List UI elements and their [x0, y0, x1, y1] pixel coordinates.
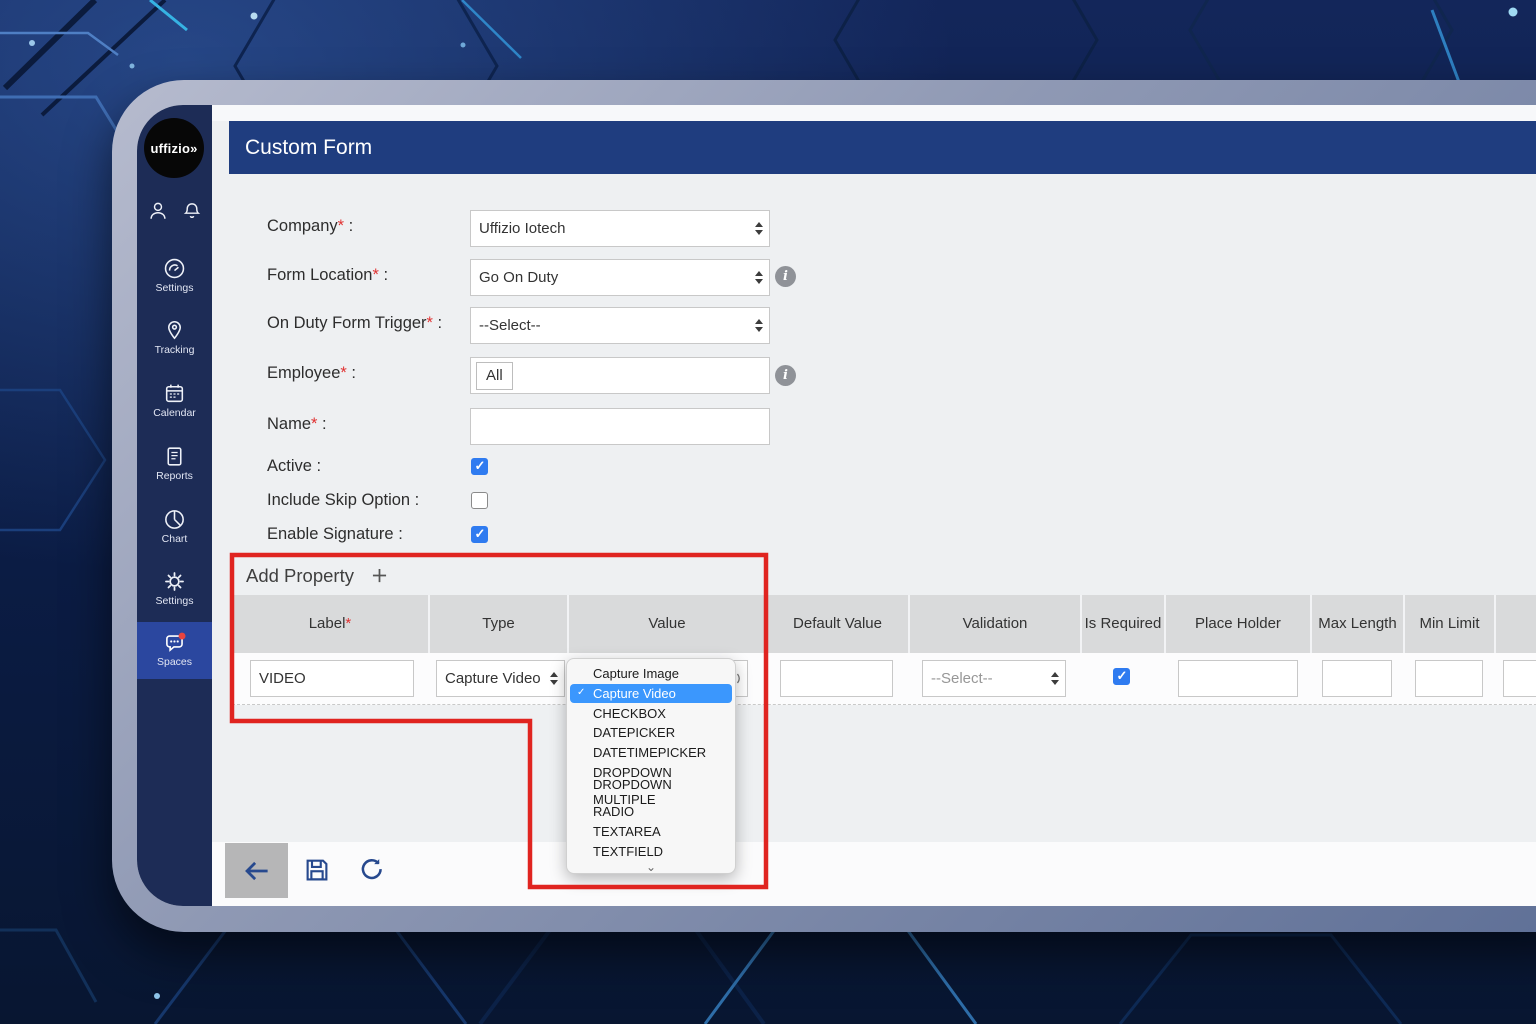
column-header-max-limit: Max [1494, 595, 1536, 653]
chat-icon [165, 632, 186, 652]
column-header-max-length: Max Length [1310, 595, 1403, 653]
employee-field[interactable]: All [470, 357, 770, 394]
row-is-required-checkbox[interactable] [1113, 668, 1130, 685]
page-title: Custom Form [245, 135, 373, 159]
name-input[interactable] [470, 408, 770, 445]
row-min-limit-input[interactable] [1415, 660, 1483, 697]
dropdown-option-datepicker[interactable]: DATEPICKER [567, 723, 735, 743]
sidebar-item-spaces[interactable]: Spaces [137, 622, 212, 679]
type-dropdown-menu: Capture Image Capture Video CHECKBOX DAT… [566, 658, 736, 874]
sidebar-item-tracking[interactable]: Tracking [137, 318, 212, 356]
column-header-is-required: Is Required [1080, 595, 1164, 653]
user-icon[interactable] [147, 200, 169, 222]
name-label: Name* : [267, 415, 327, 433]
dropdown-option-dropdown-multiple[interactable]: DROPDOWN MULTIPLE [567, 777, 735, 807]
dropdown-option-textarea[interactable]: TEXTAREA [567, 822, 735, 842]
dropdown-option-datetimepicker[interactable]: DATETIMEPICKER [567, 743, 735, 763]
refresh-button[interactable] [357, 855, 386, 884]
employee-label: Employee* : [267, 364, 356, 382]
uffizio-logo: uffizio» [144, 118, 204, 178]
dropdown-option-capture-video[interactable]: Capture Video [570, 683, 732, 704]
report-icon [167, 447, 182, 466]
row-max-limit-input[interactable] [1503, 660, 1536, 697]
column-header-min-limit: Min Limit [1403, 595, 1494, 653]
row-label-input[interactable] [250, 660, 414, 697]
gauge-icon [164, 258, 185, 279]
save-button[interactable] [302, 855, 332, 885]
select-spinner-icon [755, 270, 764, 284]
app-screen: uffizio» Settings Tracking Calendar Repo… [137, 105, 1536, 906]
gear-icon [165, 572, 184, 591]
notification-badge [178, 632, 186, 640]
dropdown-option-radio[interactable]: RADIO [567, 802, 735, 822]
sidebar: uffizio» Settings Tracking Calendar Repo… [137, 105, 212, 906]
select-spinner-icon [755, 318, 764, 332]
active-checkbox[interactable] [471, 458, 488, 475]
column-header-default-value: Default Value [765, 595, 908, 653]
sidebar-item-settings[interactable]: Settings [137, 569, 212, 607]
column-header-type: Type [428, 595, 567, 653]
back-button[interactable] [225, 843, 288, 898]
row-max-length-input[interactable] [1322, 660, 1392, 697]
map-pin-icon [167, 320, 182, 340]
content-top-strip [212, 105, 1536, 121]
include-skip-option-label: Include Skip Option : [267, 491, 420, 509]
company-select[interactable]: Uffizio Iotech [470, 210, 770, 247]
active-label: Active : [267, 457, 322, 475]
employee-tag-all[interactable]: All [476, 362, 513, 390]
include-skip-option-checkbox[interactable] [471, 492, 488, 509]
select-spinner-icon [550, 671, 559, 685]
dropdown-option-textfield[interactable]: TEXTFIELD [567, 841, 735, 861]
company-label: Company* : [267, 217, 354, 235]
dropdown-option-capture-image[interactable]: Capture Image [567, 664, 735, 684]
main-content: Custom Form Company* : Form Location* : … [212, 105, 1536, 906]
page-title-bar: Custom Form [229, 121, 1536, 174]
bottom-toolbar [212, 842, 1536, 906]
dropdown-scroll-more-icon[interactable]: ⌄ [567, 861, 735, 875]
column-header-validation: Validation [908, 595, 1080, 653]
row-default-value-input[interactable] [780, 660, 893, 697]
column-header-label: Label* [232, 595, 428, 653]
row-type-select[interactable]: Capture Video [436, 660, 565, 697]
row-place-holder-input[interactable] [1178, 660, 1298, 697]
on-duty-form-trigger-label: On Duty Form Trigger* : [267, 314, 443, 332]
select-spinner-icon [1051, 671, 1060, 685]
form-location-label: Form Location* : [267, 266, 389, 284]
add-property-title: Add Property [246, 565, 390, 587]
form-location-info-icon[interactable]: i [775, 266, 796, 287]
sidebar-item-calendar[interactable]: Calendar [137, 381, 212, 419]
enable-signature-checkbox[interactable] [471, 526, 488, 543]
column-header-place-holder: Place Holder [1164, 595, 1310, 653]
row-validation-select[interactable]: --Select-- [922, 660, 1066, 697]
enable-signature-label: Enable Signature : [267, 525, 403, 543]
back-arrow-icon [244, 861, 268, 880]
save-icon [306, 859, 328, 881]
form-location-select[interactable]: Go On Duty [470, 259, 770, 296]
tablet-frame: uffizio» Settings Tracking Calendar Repo… [112, 80, 1536, 932]
calendar-icon [165, 384, 184, 403]
column-header-value: Value [567, 595, 765, 653]
sidebar-item-chart[interactable]: Chart [137, 507, 212, 545]
sidebar-item-reports[interactable]: Reports [137, 444, 212, 482]
notifications-icon[interactable] [181, 200, 203, 222]
select-spinner-icon [755, 221, 764, 235]
employee-info-icon[interactable]: i [775, 365, 796, 386]
dropdown-option-checkbox[interactable]: CHECKBOX [567, 703, 735, 723]
add-property-plus-icon[interactable] [369, 565, 390, 586]
sidebar-item-settings-top[interactable]: Settings [137, 256, 212, 294]
refresh-icon [361, 859, 382, 880]
pie-chart-icon [165, 510, 184, 529]
on-duty-form-trigger-select[interactable]: --Select-- [470, 307, 770, 344]
